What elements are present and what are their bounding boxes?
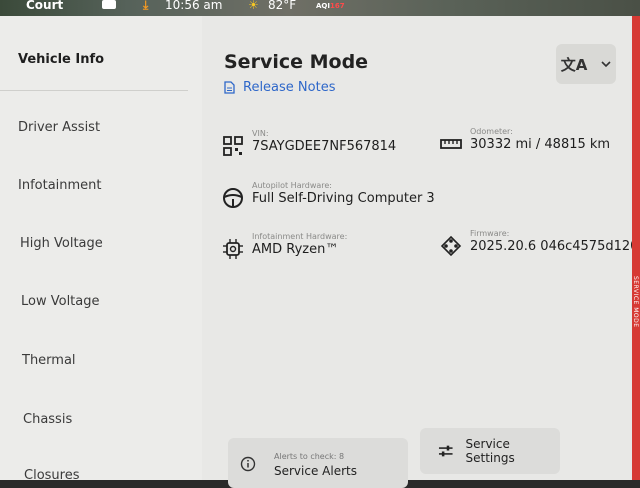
sidebar-item-low-voltage[interactable]: Low Voltage [21, 294, 100, 309]
service-mode-edge-label: SERVICE MODE [632, 276, 639, 328]
qr-code-icon [223, 136, 243, 156]
status-bar: Court ⤓ 10:56 am ☀ 82°F AQI167 [0, 0, 640, 16]
sidebar-item-thermal[interactable]: Thermal [22, 353, 76, 368]
release-notes-label: Release Notes [243, 80, 336, 95]
chevron-down-icon [601, 60, 611, 67]
sidebar-item-chassis[interactable]: Chassis [23, 412, 72, 427]
autopilot-field: Autopilot Hardware: Full Self-Driving Co… [222, 181, 435, 209]
info-icon [240, 456, 256, 472]
sidebar-divider [0, 90, 188, 91]
firmware-label: Firmware: [470, 229, 510, 238]
translate-icon: 文A [560, 55, 588, 74]
sliders-icon [438, 445, 453, 457]
vin-label: VIN: [252, 129, 269, 138]
service-alerts-label: Service Alerts [274, 464, 357, 478]
camera-icon[interactable] [102, 0, 116, 9]
alerts-count: Alerts to check: 8 [274, 452, 345, 461]
sidebar: Vehicle Info Driver Assist Infotainment … [0, 16, 202, 483]
steering-wheel-icon [223, 188, 243, 208]
aqi-value: 167 [329, 2, 345, 10]
aqi-label: AQI [316, 2, 330, 10]
sidebar-item-infotainment[interactable]: Infotainment [18, 178, 102, 193]
infotainment-hardware-value: AMD Ryzen™ [252, 242, 339, 257]
location-label: Court [26, 0, 64, 12]
sidebar-item-vehicle-info[interactable]: Vehicle Info [18, 52, 104, 67]
release-notes-link[interactable]: Release Notes [224, 80, 335, 95]
main-panel: Service Mode Release Notes 文A VIN: 7SAYG… [202, 16, 638, 488]
autopilot-label: Autopilot Hardware: [252, 181, 332, 190]
odometer-label: Odometer: [470, 127, 513, 136]
aqi-indicator: AQI167 [316, 2, 345, 10]
temperature: 82°F [268, 0, 297, 12]
chip-icon [223, 239, 243, 259]
sidebar-item-high-voltage[interactable]: High Voltage [20, 236, 103, 251]
language-button[interactable]: 文A [556, 44, 616, 84]
service-settings-label: Service Settings [465, 437, 515, 465]
download-icon[interactable]: ⤓ [143, 0, 148, 13]
vin-value: 7SAYGDEE7NF567814 [252, 139, 397, 154]
clock: 10:56 am [165, 0, 223, 12]
right-edge-strip: SERVICE MODE [632, 16, 640, 480]
page-title: Service Mode [224, 51, 369, 73]
firmware-value: 2025.20.6 046c4575d120 [470, 239, 639, 254]
document-icon [224, 81, 235, 94]
odometer-field: Odometer: 30332 mi / 48815 km [440, 127, 610, 155]
sidebar-item-closures[interactable]: Closures [24, 468, 80, 483]
service-settings-button[interactable]: Service Settings [420, 428, 560, 474]
service-alerts-button[interactable]: Alerts to check: 8 Service Alerts [228, 438, 408, 488]
firmware-icon [440, 235, 462, 257]
sun-icon: ☀ [248, 0, 259, 12]
infotainment-hardware-field: Infotainment Hardware: AMD Ryzen™ [222, 232, 347, 260]
odometer-value: 30332 mi / 48815 km [470, 137, 611, 152]
vin-field: VIN: 7SAYGDEE7NF567814 [222, 129, 396, 157]
firmware-field: Firmware: 2025.20.6 046c4575d120 [440, 229, 638, 257]
infotainment-hardware-label: Infotainment Hardware: [252, 232, 348, 241]
autopilot-value: Full Self-Driving Computer 3 [252, 191, 435, 206]
sidebar-item-driver-assist[interactable]: Driver Assist [18, 120, 100, 135]
odometer-icon [440, 139, 462, 149]
